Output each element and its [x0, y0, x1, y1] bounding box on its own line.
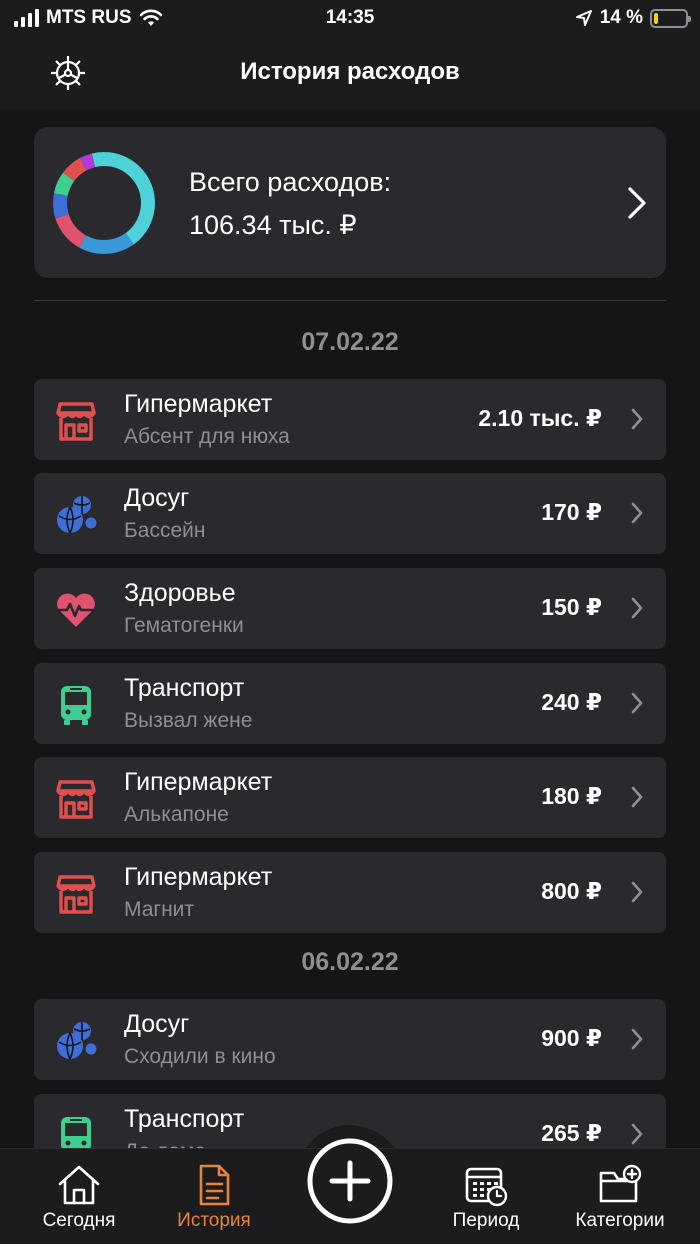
- expense-row[interactable]: Досуг Бассейн 170 ₽: [34, 473, 666, 554]
- expense-row[interactable]: Досуг Сходили в кино 900 ₽: [34, 999, 666, 1080]
- tab-label: История: [177, 1210, 251, 1231]
- item-note: Бассейн: [124, 519, 206, 542]
- item-note: Сходили в кино: [124, 1045, 276, 1068]
- item-category: Гипермаркет: [124, 768, 273, 796]
- expense-row[interactable]: Транспорт Вызвал жене 240 ₽: [34, 663, 666, 744]
- chevron-right-icon: [631, 597, 643, 619]
- item-amount: 800 ₽: [541, 878, 602, 904]
- item-category: Транспорт: [124, 674, 245, 702]
- battery-icon: [650, 8, 691, 28]
- item-amount: 150 ₽: [541, 594, 602, 620]
- expense-row[interactable]: Гипермаркет Магнит 800 ₽: [34, 852, 666, 933]
- chevron-right-icon: [631, 408, 643, 430]
- item-note: Магнит: [124, 898, 195, 921]
- folder-plus-icon: [599, 1164, 642, 1203]
- date-header: 06.02.22: [301, 948, 399, 976]
- balls-icon: [57, 496, 97, 534]
- item-amount: 900 ₽: [541, 1025, 602, 1051]
- item-note: Абсент для нюха: [124, 425, 290, 448]
- chevron-right-icon: [628, 187, 646, 219]
- tab-today[interactable]: Сегодня: [9, 1163, 149, 1232]
- document-icon: [199, 1164, 230, 1206]
- chevron-right-icon: [631, 881, 643, 903]
- tab-label: Период: [452, 1210, 520, 1231]
- item-category: Гипермаркет: [124, 863, 273, 891]
- store-icon: [56, 875, 96, 914]
- balls-icon: [57, 1022, 97, 1060]
- item-note: Вызвал жене: [124, 709, 253, 732]
- total-value: 106.34 тыс. ₽: [189, 210, 357, 240]
- spending-donut-chart: [53, 152, 155, 254]
- heart-pulse-icon: [55, 593, 97, 627]
- expense-row[interactable]: Гипермаркет Алькапоне 180 ₽: [34, 757, 666, 838]
- chevron-right-icon: [631, 786, 643, 808]
- total-label: Всего расходов:: [189, 167, 392, 197]
- expense-row[interactable]: Гипермаркет Абсент для нюха 2.10 тыс. ₽: [34, 379, 666, 460]
- tab-label: Сегодня: [42, 1210, 116, 1231]
- chevron-right-icon: [631, 692, 643, 714]
- chevron-right-icon: [631, 1123, 643, 1145]
- item-note: Алькапоне: [124, 803, 229, 826]
- store-icon: [56, 402, 96, 441]
- divider: [34, 300, 666, 301]
- calendar-clock-icon: [465, 1167, 508, 1207]
- location-arrow-icon: [575, 10, 592, 26]
- tab-history[interactable]: История: [144, 1163, 284, 1232]
- item-amount: 170 ₽: [541, 499, 602, 525]
- item-category: Досуг: [124, 1010, 190, 1038]
- status-right: 14 %: [575, 7, 691, 29]
- chevron-right-icon: [631, 502, 643, 524]
- item-category: Досуг: [124, 484, 190, 512]
- date-header: 07.02.22: [301, 328, 399, 356]
- item-amount: 180 ₽: [541, 783, 602, 809]
- store-icon: [56, 780, 96, 819]
- nav-header: История расходов: [0, 36, 700, 110]
- tab-categories[interactable]: Категории: [550, 1163, 690, 1232]
- plus-circle-icon[interactable]: [306, 1137, 394, 1225]
- battery-fill: [654, 12, 659, 24]
- item-note: Гематогенки: [124, 614, 244, 637]
- tab-label: Категории: [575, 1210, 665, 1231]
- bus-icon: [61, 686, 91, 725]
- total-summary-card[interactable]: Всего расходов: 106.34 тыс. ₽: [34, 127, 666, 278]
- page-title: История расходов: [240, 58, 460, 85]
- chevron-right-icon: [631, 1028, 643, 1050]
- item-category: Гипермаркет: [124, 390, 273, 418]
- item-amount: 265 ₽: [541, 1120, 602, 1146]
- item-amount: 2.10 тыс. ₽: [478, 405, 602, 431]
- status-bar: MTS RUS 14:35 14 %: [0, 0, 700, 36]
- tab-period[interactable]: Период: [416, 1163, 556, 1232]
- item-category: Транспорт: [124, 1105, 245, 1133]
- expense-row[interactable]: Здоровье Гематогенки 150 ₽: [34, 568, 666, 649]
- item-category: Здоровье: [124, 579, 236, 607]
- item-amount: 240 ₽: [541, 689, 602, 715]
- battery-percent: 14 %: [599, 7, 643, 28]
- home-icon: [58, 1165, 100, 1205]
